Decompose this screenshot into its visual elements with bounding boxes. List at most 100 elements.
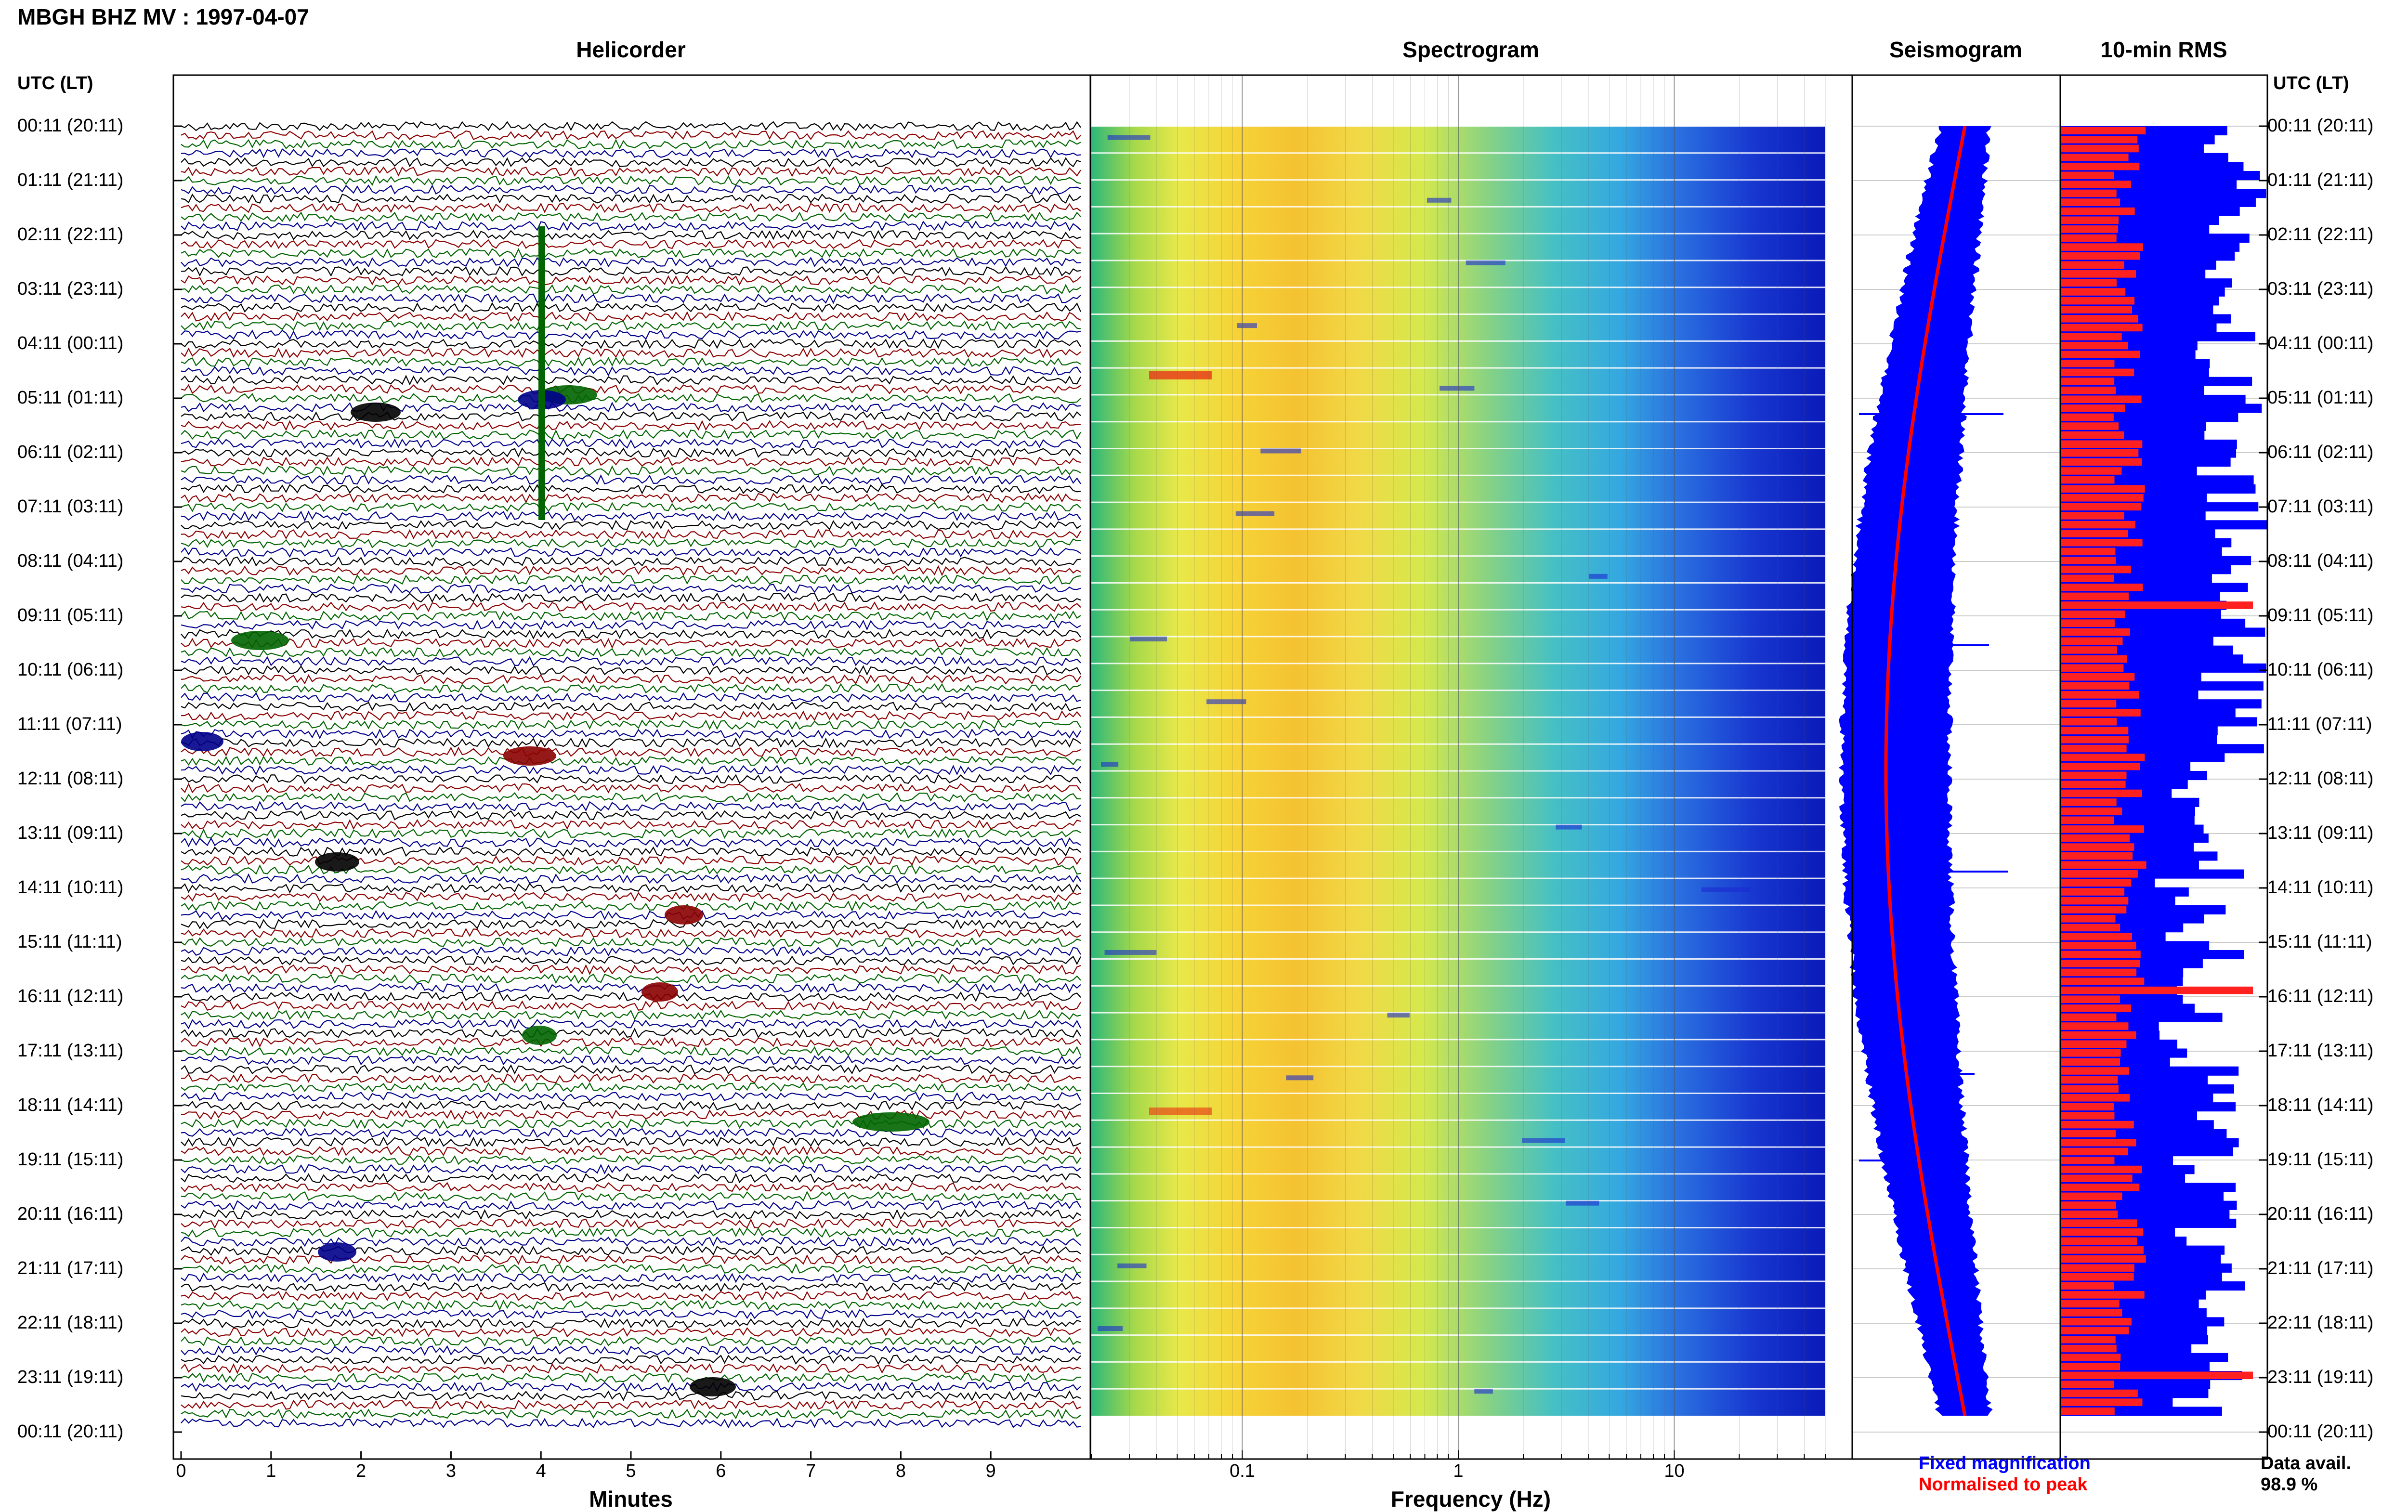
rms-bar-normalised <box>2060 834 2130 842</box>
rms-bar-normalised <box>2060 727 2129 735</box>
rms-bar-normalised <box>2060 1138 2136 1147</box>
plots-svg <box>172 74 2268 1460</box>
rms-bar-normalised <box>2060 1094 2130 1102</box>
rms-bar-normalised <box>2060 915 2116 923</box>
helicorder-event <box>231 631 289 650</box>
data-availability-label: Data avail. <box>2261 1453 2351 1473</box>
rms-bar-normalised <box>2060 1228 2144 1236</box>
rms-bar-normalised <box>2060 825 2144 833</box>
spectrogram-noise <box>1701 887 1751 892</box>
rms-bar-normalised <box>2060 717 2117 726</box>
rms-bar-normalised <box>2060 1237 2137 1245</box>
rms-bar-normalised <box>2060 171 2114 180</box>
helicorder-event <box>318 1242 356 1262</box>
spectrogram-hotspot <box>1149 1108 1212 1115</box>
rms-bar-normalised <box>2060 1040 2127 1048</box>
seismogram-plot <box>1838 126 2060 1433</box>
rms-bar-normalised <box>2060 565 2131 574</box>
rms-bar-normalised <box>2060 1004 2131 1012</box>
rms-bar-normalised <box>2060 404 2125 412</box>
rms-bar-normalised <box>2060 378 2115 385</box>
rms-bar-normalised <box>2060 136 2138 143</box>
rms-bar-normalised <box>2060 386 2116 394</box>
rms-bar-normalised <box>2060 1201 2116 1209</box>
rms-bar-normalised <box>2060 1354 2121 1361</box>
spectrogram-noise <box>1237 323 1257 328</box>
rms-bar-normalised <box>2060 968 2137 977</box>
rms-bar-normalised <box>2060 574 2114 582</box>
rms-bar-normalised <box>2060 368 2134 377</box>
rms-bar-normalised <box>2060 646 2117 654</box>
helicorder-event <box>665 905 703 925</box>
rms-bar-normalised <box>2060 341 2128 350</box>
rms-bar-normalised <box>2060 1058 2120 1066</box>
rms-bar-normalised <box>2060 1157 2115 1164</box>
rms-bar-normalised <box>2060 1031 2136 1039</box>
rms-bar-normalised <box>2060 843 2134 851</box>
spectrogram-noise <box>1206 699 1246 704</box>
rms-bar-normalised <box>2060 297 2135 305</box>
spectrogram-noise <box>1260 448 1301 454</box>
rms-bar-normalised <box>2060 467 2122 475</box>
rms-bar-normalised <box>2060 1049 2121 1057</box>
rms-bar-normalised <box>2060 288 2126 296</box>
rms-bar-normalised <box>2060 592 2129 600</box>
rms-bar-normalised <box>2060 1264 2134 1272</box>
seismogram-fixed-envelope <box>1838 126 1993 1416</box>
rms-bar-normalised <box>2060 243 2143 251</box>
rms-bar-normalised <box>2060 995 2120 1004</box>
rms-bar-normalised <box>2060 512 2124 520</box>
rms-bar-normalised <box>2060 476 2115 484</box>
rms-bar-normalised <box>2060 1130 2116 1137</box>
rms-bar-normalised <box>2060 333 2122 340</box>
rms-bar-normalised <box>2060 1147 2128 1156</box>
rms-bar-normalised <box>2060 538 2143 547</box>
rms-bar-normalised <box>2060 1246 2144 1254</box>
rms-bar-normalised <box>2060 1362 2120 1370</box>
rms-bar-normalised <box>2060 1317 2132 1326</box>
rms-bar-normalised <box>2060 951 2141 959</box>
rms-bar-normalised <box>2060 1389 2138 1397</box>
helicorder-event <box>852 1112 929 1132</box>
rms-bar-normalised <box>2060 261 2124 269</box>
helicorder-event <box>503 746 556 766</box>
rms-bar-normalised <box>2060 655 2127 663</box>
rms-bar-normalised <box>2060 530 2128 537</box>
spectrogram-noise <box>1117 1263 1147 1268</box>
rms-bar-normalised <box>2060 270 2136 278</box>
rms-bar-normalised <box>2060 324 2143 332</box>
spectrogram-plot <box>1091 75 1826 1459</box>
data-availability-value: 98.9 % <box>2261 1474 2318 1495</box>
spectrogram-noise <box>1474 1389 1493 1394</box>
spectrogram-noise <box>1104 950 1157 955</box>
spectrogram-noise <box>1426 197 1452 203</box>
rms-bar-normalised <box>2060 225 2119 233</box>
rms-bar-normalised <box>2060 986 2253 994</box>
rms-bar-normalised <box>2060 1210 2118 1218</box>
helicorder-event <box>690 1377 736 1396</box>
rms-bar-normalised <box>2060 1067 2130 1075</box>
rms-bar-normalised <box>2060 1112 2115 1120</box>
helicorder-x-label: Minutes <box>589 1486 673 1512</box>
spectrogram-noise <box>1107 135 1151 140</box>
rms-bar-normalised <box>2060 924 2120 932</box>
spectrogram-noise <box>1130 637 1167 642</box>
rms-bar-normalised <box>2060 360 2115 367</box>
rms-bar-normalised <box>2060 485 2145 493</box>
rms-bar-normalised <box>2060 870 2138 878</box>
rms-bar-normalised <box>2060 1344 2117 1353</box>
rms-bar-normalised <box>2060 619 2115 627</box>
rms-bar-normalised <box>2060 351 2140 359</box>
rms-bar-normalised <box>2060 1398 2143 1406</box>
rms-bar-normalised <box>2060 1381 2114 1388</box>
rms-bar-normalised <box>2060 449 2139 457</box>
rms-bar-normalised <box>2060 1255 2146 1263</box>
rms-bar-normalised <box>2060 816 2114 824</box>
rms-plot <box>2060 126 2267 1433</box>
rms-bar-normalised <box>2060 1183 2140 1191</box>
rms-bar-normalised <box>2060 521 2136 529</box>
rms-bar-normalised <box>2060 852 2133 860</box>
rms-bar-normalised <box>2060 395 2142 404</box>
rms-bar-normalised <box>2060 897 2129 905</box>
rms-bar-normalised <box>2060 279 2117 287</box>
